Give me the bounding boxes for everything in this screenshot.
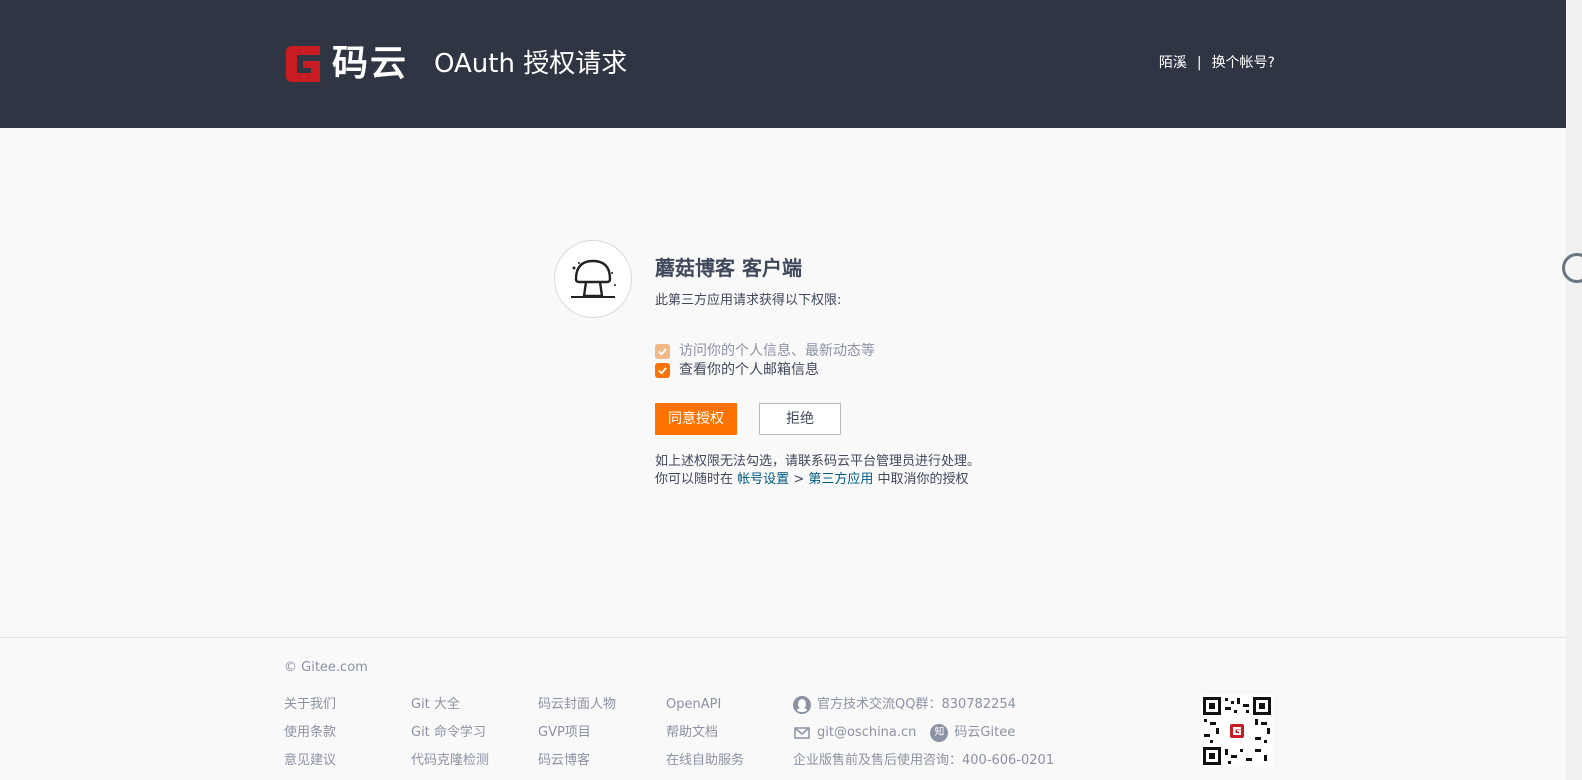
check-icon [658,366,667,375]
user-name-link[interactable]: 陌溪 [1159,53,1187,73]
footer-column: Git 大全 Git 命令学习 代码克隆检测 [411,695,489,779]
deny-button[interactable]: 拒绝 [759,403,841,435]
app-name: 蘑菇博客 客户端 [655,256,802,280]
footer-column: 关于我们 使用条款 意见建议 [284,695,336,779]
hotline-text: 企业版售前及售后使用咨询：400-606-0201 [793,753,1055,768]
footer-column: OpenAPI 帮助文档 在线自助服务 [666,695,744,779]
footer-link[interactable]: 关于我们 [284,695,336,723]
switch-account-link[interactable]: 换个帐号? [1212,53,1275,73]
footer-link[interactable]: 码云博客 [538,751,616,779]
nav-separator: | [1196,55,1202,71]
footer-link[interactable]: OpenAPI [666,695,744,723]
third-party-apps-link[interactable]: 第三方应用 [808,472,873,487]
account-settings-link[interactable]: 帐号设置 [737,472,789,487]
page-footer: © Gitee.com 关于我们 使用条款 意见建议 Git 大全 Git 命令… [0,637,1566,780]
qq-icon [793,696,811,714]
footer-link[interactable]: 在线自助服务 [666,751,744,779]
footer-link[interactable]: 使用条款 [284,723,336,751]
revoke-note-suffix: 中取消你的授权 [877,472,969,487]
page-title: OAuth 授权请求 [434,49,628,79]
footer-link[interactable]: 代码克隆检测 [411,751,489,779]
checkbox-checked-disabled [655,343,670,359]
footer-link[interactable]: 码云封面人物 [538,695,616,723]
permission-item: 访问你的个人信息、最新动态等 [655,342,875,360]
qq-group-text: 官方技术交流QQ群：830782254 [817,697,1016,712]
qr-code-icon [1201,695,1273,767]
hotline-contact: 企业版售前及售后使用咨询：400-606-0201 [793,751,1054,771]
zhihu-link[interactable]: 码云Gitee [954,723,1015,743]
agree-authorize-button[interactable]: 同意授权 [655,403,737,435]
top-header: 码云 OAuth 授权请求 陌溪 | 换个帐号? [0,0,1566,128]
copyright: © Gitee.com [284,660,368,675]
brand-name: 码云 [332,43,409,84]
gitee-logo[interactable]: 码云 [284,43,408,85]
qq-group-contact: 官方技术交流QQ群：830782254 [793,695,1016,715]
check-icon [658,347,667,356]
email-link[interactable]: git@oschina.cn [817,723,916,743]
permission-item[interactable]: 查看你的个人邮箱信息 [655,361,819,379]
footer-link[interactable]: Git 大全 [411,695,489,723]
email-zhihu-contact: git@oschina.cn 知 码云Gitee [793,723,1015,743]
permission-label[interactable]: 查看你的个人邮箱信息 [679,361,819,379]
footer-link[interactable]: GVP项目 [538,723,616,751]
checkbox-checked[interactable] [655,362,670,378]
app-avatar [554,240,632,318]
revoke-note-prefix: 你可以随时在 [655,472,734,487]
revoke-note: 你可以随时在 帐号设置 > 第三方应用 中取消你的授权 [655,471,969,489]
mushroom-icon [571,259,616,298]
gitee-g-icon [286,46,320,82]
breadcrumb-arrow: > [793,472,805,487]
permission-intro: 此第三方应用请求获得以下权限: [655,293,842,308]
floating-widget-icon[interactable] [1562,253,1582,283]
scrollbar[interactable] [1566,0,1582,780]
zhihu-icon: 知 [930,724,949,742]
footer-link[interactable]: 帮助文档 [666,723,744,751]
footer-link[interactable]: 意见建议 [284,751,336,779]
permission-note: 如上述权限无法勾选，请联系码云平台管理员进行处理。 [655,454,981,469]
mail-icon [793,724,811,742]
footer-column: 码云封面人物 GVP项目 码云博客 [538,695,616,779]
user-nav: 陌溪 | 换个帐号? [1159,53,1275,73]
permission-label: 访问你的个人信息、最新动态等 [679,343,875,359]
footer-link[interactable]: Git 命令学习 [411,723,489,751]
